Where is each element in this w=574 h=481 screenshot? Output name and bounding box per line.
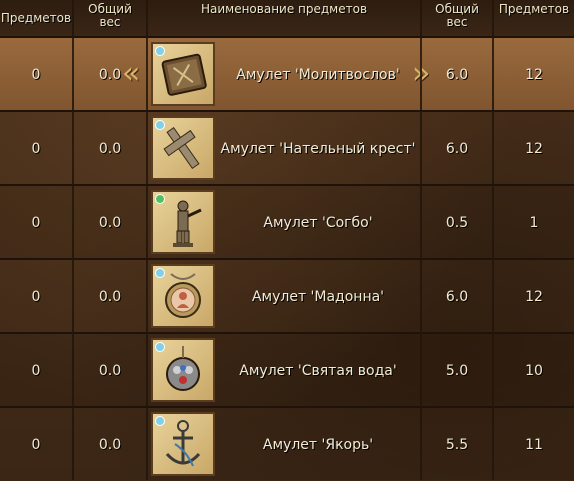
- weight-left: 0.0: [98, 140, 122, 157]
- item-name: Амулет 'Святая вода': [239, 362, 397, 379]
- item-name: Амулет 'Якорь': [262, 436, 374, 453]
- count-left: 0: [31, 66, 41, 83]
- item-icon-frame: [151, 412, 215, 476]
- column-divider: [146, 0, 148, 480]
- column-divider: [492, 0, 494, 480]
- column-divider: [72, 0, 74, 480]
- table-row[interactable]: 0 0.0 Амулет 'Нательный крест' 6.0 12: [0, 110, 574, 185]
- gem-icon: [155, 416, 165, 426]
- item-icon-frame: [151, 190, 215, 254]
- header-item-name: Наименование предметов: [200, 2, 368, 16]
- gem-icon: [155, 342, 165, 352]
- count-right: 11: [525, 436, 543, 453]
- header-count-left: Предметов: [0, 10, 72, 25]
- table-row[interactable]: 0 0.0 Амулет 'Мадонна' 6.0 12: [0, 258, 574, 333]
- item-icon-frame: [151, 338, 215, 402]
- item-icon-frame: [151, 264, 215, 328]
- count-right: 12: [525, 66, 543, 83]
- trade-table: Предметов Общий вес Наименование предмет…: [0, 0, 574, 480]
- count-left: 0: [31, 214, 41, 231]
- weight-left: 0.0: [98, 436, 122, 453]
- header-weight-left: Общий вес: [88, 2, 132, 29]
- gem-icon: [155, 46, 165, 56]
- table-row[interactable]: 0 0.0 Амулет 'Святая вода' 5.0 10: [0, 332, 574, 407]
- table-row[interactable]: 0 0.0 « Амулет 'Молитвослов' » 6.0 12: [0, 36, 574, 111]
- item-name: Амулет 'Мадонна': [251, 288, 385, 305]
- item-name: Амулет 'Нательный крест': [220, 140, 416, 157]
- gem-icon: [155, 194, 165, 204]
- item-icon-frame: [151, 42, 215, 106]
- weight-right: 0.5: [445, 214, 469, 231]
- count-left: 0: [31, 140, 41, 157]
- count-right: 10: [525, 362, 543, 379]
- table-row[interactable]: 0 0.0 Амулет 'Якорь' 5.5 11: [0, 406, 574, 481]
- gem-icon: [155, 268, 165, 278]
- table-row[interactable]: 0 0.0 Амулет 'Согбо' 0.5 1: [0, 184, 574, 259]
- gem-icon: [155, 120, 165, 130]
- item-icon-frame: [151, 116, 215, 180]
- count-left: 0: [31, 436, 41, 453]
- weight-left: 0.0: [98, 362, 122, 379]
- table-header: Предметов Общий вес Наименование предмет…: [0, 0, 574, 38]
- count-right: 1: [529, 214, 539, 231]
- weight-right: 6.0: [445, 140, 469, 157]
- count-left: 0: [31, 288, 41, 305]
- header-count-right: Предметов: [498, 2, 570, 16]
- weight-right: 5.5: [445, 436, 469, 453]
- item-name: Амулет 'Согбо': [263, 214, 373, 231]
- weight-left: 0.0: [98, 288, 122, 305]
- weight-right: 6.0: [445, 288, 469, 305]
- header-weight-right: Общий вес: [435, 2, 479, 29]
- count-right: 12: [525, 140, 543, 157]
- weight-right: 5.0: [445, 362, 469, 379]
- weight-right: 6.0: [445, 66, 469, 83]
- item-name: Амулет 'Молитвослов': [236, 66, 400, 83]
- count-left: 0: [31, 362, 41, 379]
- column-divider: [420, 0, 422, 480]
- count-right: 12: [525, 288, 543, 305]
- weight-left: 0.0: [98, 214, 122, 231]
